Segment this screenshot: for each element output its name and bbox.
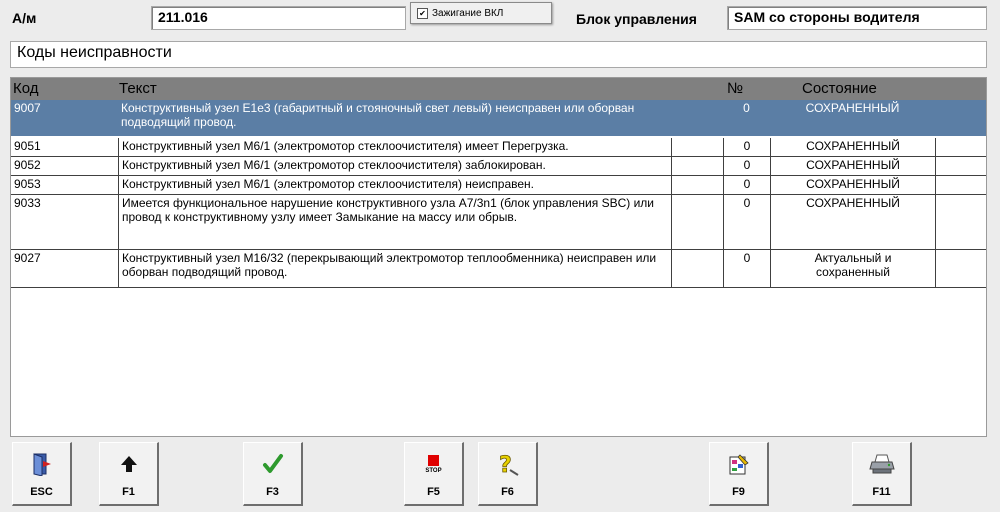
- fault-codes-table: Код Текст № Состояние 9007 Конструктивны…: [10, 77, 987, 437]
- cell-state: Актуальный и сохраненный: [770, 250, 935, 287]
- stop-icon: STOP: [405, 451, 462, 477]
- cell-num: 0: [723, 157, 770, 175]
- cell-num: 0: [723, 138, 770, 156]
- f11-button[interactable]: F11: [852, 442, 912, 506]
- cell-text: Конструктивный узел E1e3 (габаритный и с…: [121, 101, 635, 129]
- control-unit-label: Блок управления: [576, 11, 697, 27]
- esc-button[interactable]: ESC: [12, 442, 72, 506]
- cell-tail: [935, 250, 986, 287]
- arrow-up-icon: [100, 451, 157, 477]
- cell-text: Конструктивный узел M16/32 (перекрывающи…: [118, 250, 671, 287]
- control-unit-field: SAM со стороны водителя: [727, 6, 987, 30]
- printer-icon: [853, 451, 910, 477]
- cell-tail: [935, 100, 986, 136]
- f1-button[interactable]: F1: [99, 442, 159, 506]
- vehicle-label: А/м: [12, 10, 37, 26]
- f1-label: F1: [122, 486, 135, 498]
- cell-tail: [935, 176, 986, 194]
- checkbox-checked-icon: ✔: [417, 7, 428, 19]
- vehicle-field: 211.016: [151, 6, 406, 30]
- cell-tail: [935, 138, 986, 156]
- f3-button[interactable]: F3: [243, 442, 303, 506]
- cell-num: 0: [723, 195, 770, 249]
- cell-empty: [671, 138, 723, 156]
- cell-empty: [671, 157, 723, 175]
- cell-empty: [671, 100, 723, 136]
- cell-text: Конструктивный узел M6/1 (электромотор с…: [118, 157, 671, 175]
- cell-code: 9051: [14, 139, 41, 153]
- cell-text: Имеется функциональное нарушение констру…: [118, 195, 671, 249]
- table-header: Код Текст № Состояние: [11, 78, 986, 100]
- table-row[interactable]: 9051 Конструктивный узел M6/1 (электромо…: [11, 138, 986, 157]
- cell-state: СОХРАНЕННЫЙ: [770, 195, 935, 249]
- cell-text: Конструктивный узел M6/1 (электромотор с…: [118, 176, 671, 194]
- f3-label: F3: [266, 486, 279, 498]
- f9-button[interactable]: F9: [709, 442, 769, 506]
- f5-label: F5: [427, 486, 440, 498]
- table-row[interactable]: 9052 Конструктивный узел M6/1 (электромо…: [11, 157, 986, 176]
- cell-empty: [671, 195, 723, 249]
- cell-state: СОХРАНЕННЫЙ: [770, 157, 935, 175]
- door-exit-icon: [13, 451, 70, 477]
- f6-button[interactable]: ? F6: [478, 442, 538, 506]
- ignition-status: ✔ Зажигание ВКЛ: [410, 2, 552, 24]
- f9-label: F9: [732, 486, 745, 498]
- cell-empty: [671, 176, 723, 194]
- table-row[interactable]: 9033 Имеется функциональное нарушение ко…: [11, 195, 986, 250]
- cell-num: 0: [743, 101, 750, 115]
- help-icon: ?: [479, 451, 536, 477]
- cell-code: 9053: [14, 177, 41, 191]
- esc-label: ESC: [30, 486, 53, 498]
- col-header-num[interactable]: №: [727, 80, 743, 97]
- cell-code: 9033: [14, 196, 41, 210]
- col-header-code[interactable]: Код: [13, 80, 39, 97]
- cell-num: 0: [723, 250, 770, 287]
- svg-text:?: ?: [499, 453, 512, 476]
- cell-tail: [935, 195, 986, 249]
- f11-label: F11: [872, 486, 891, 498]
- cell-tail: [935, 157, 986, 175]
- cell-state: СОХРАНЕННЫЙ: [805, 101, 900, 115]
- ignition-text: Зажигание ВКЛ: [432, 7, 504, 19]
- table-row[interactable]: 9027 Конструктивный узел M16/32 (перекры…: [11, 250, 986, 288]
- edit-document-icon: [710, 451, 767, 477]
- cell-state: СОХРАНЕННЫЙ: [770, 176, 935, 194]
- cell-text: Конструктивный узел M6/1 (электромотор с…: [118, 138, 671, 156]
- table-row[interactable]: 9053 Конструктивный узел M6/1 (электромо…: [11, 176, 986, 195]
- checkmark-icon: [244, 451, 301, 477]
- cell-code: 9027: [14, 251, 41, 265]
- section-title: Коды неисправности: [10, 41, 987, 68]
- table-row[interactable]: 9007 Конструктивный узел E1e3 (габаритны…: [11, 100, 986, 136]
- f5-button[interactable]: STOP F5: [404, 442, 464, 506]
- col-header-text[interactable]: Текст: [119, 80, 157, 97]
- stop-icon-text: STOP: [425, 467, 442, 474]
- f6-label: F6: [501, 486, 514, 498]
- cell-code: 9052: [14, 158, 41, 172]
- cell-empty: [671, 250, 723, 287]
- cell-state: СОХРАНЕННЫЙ: [770, 138, 935, 156]
- col-header-state[interactable]: Состояние: [802, 80, 877, 97]
- cell-code: 9007: [14, 101, 41, 115]
- cell-num: 0: [723, 176, 770, 194]
